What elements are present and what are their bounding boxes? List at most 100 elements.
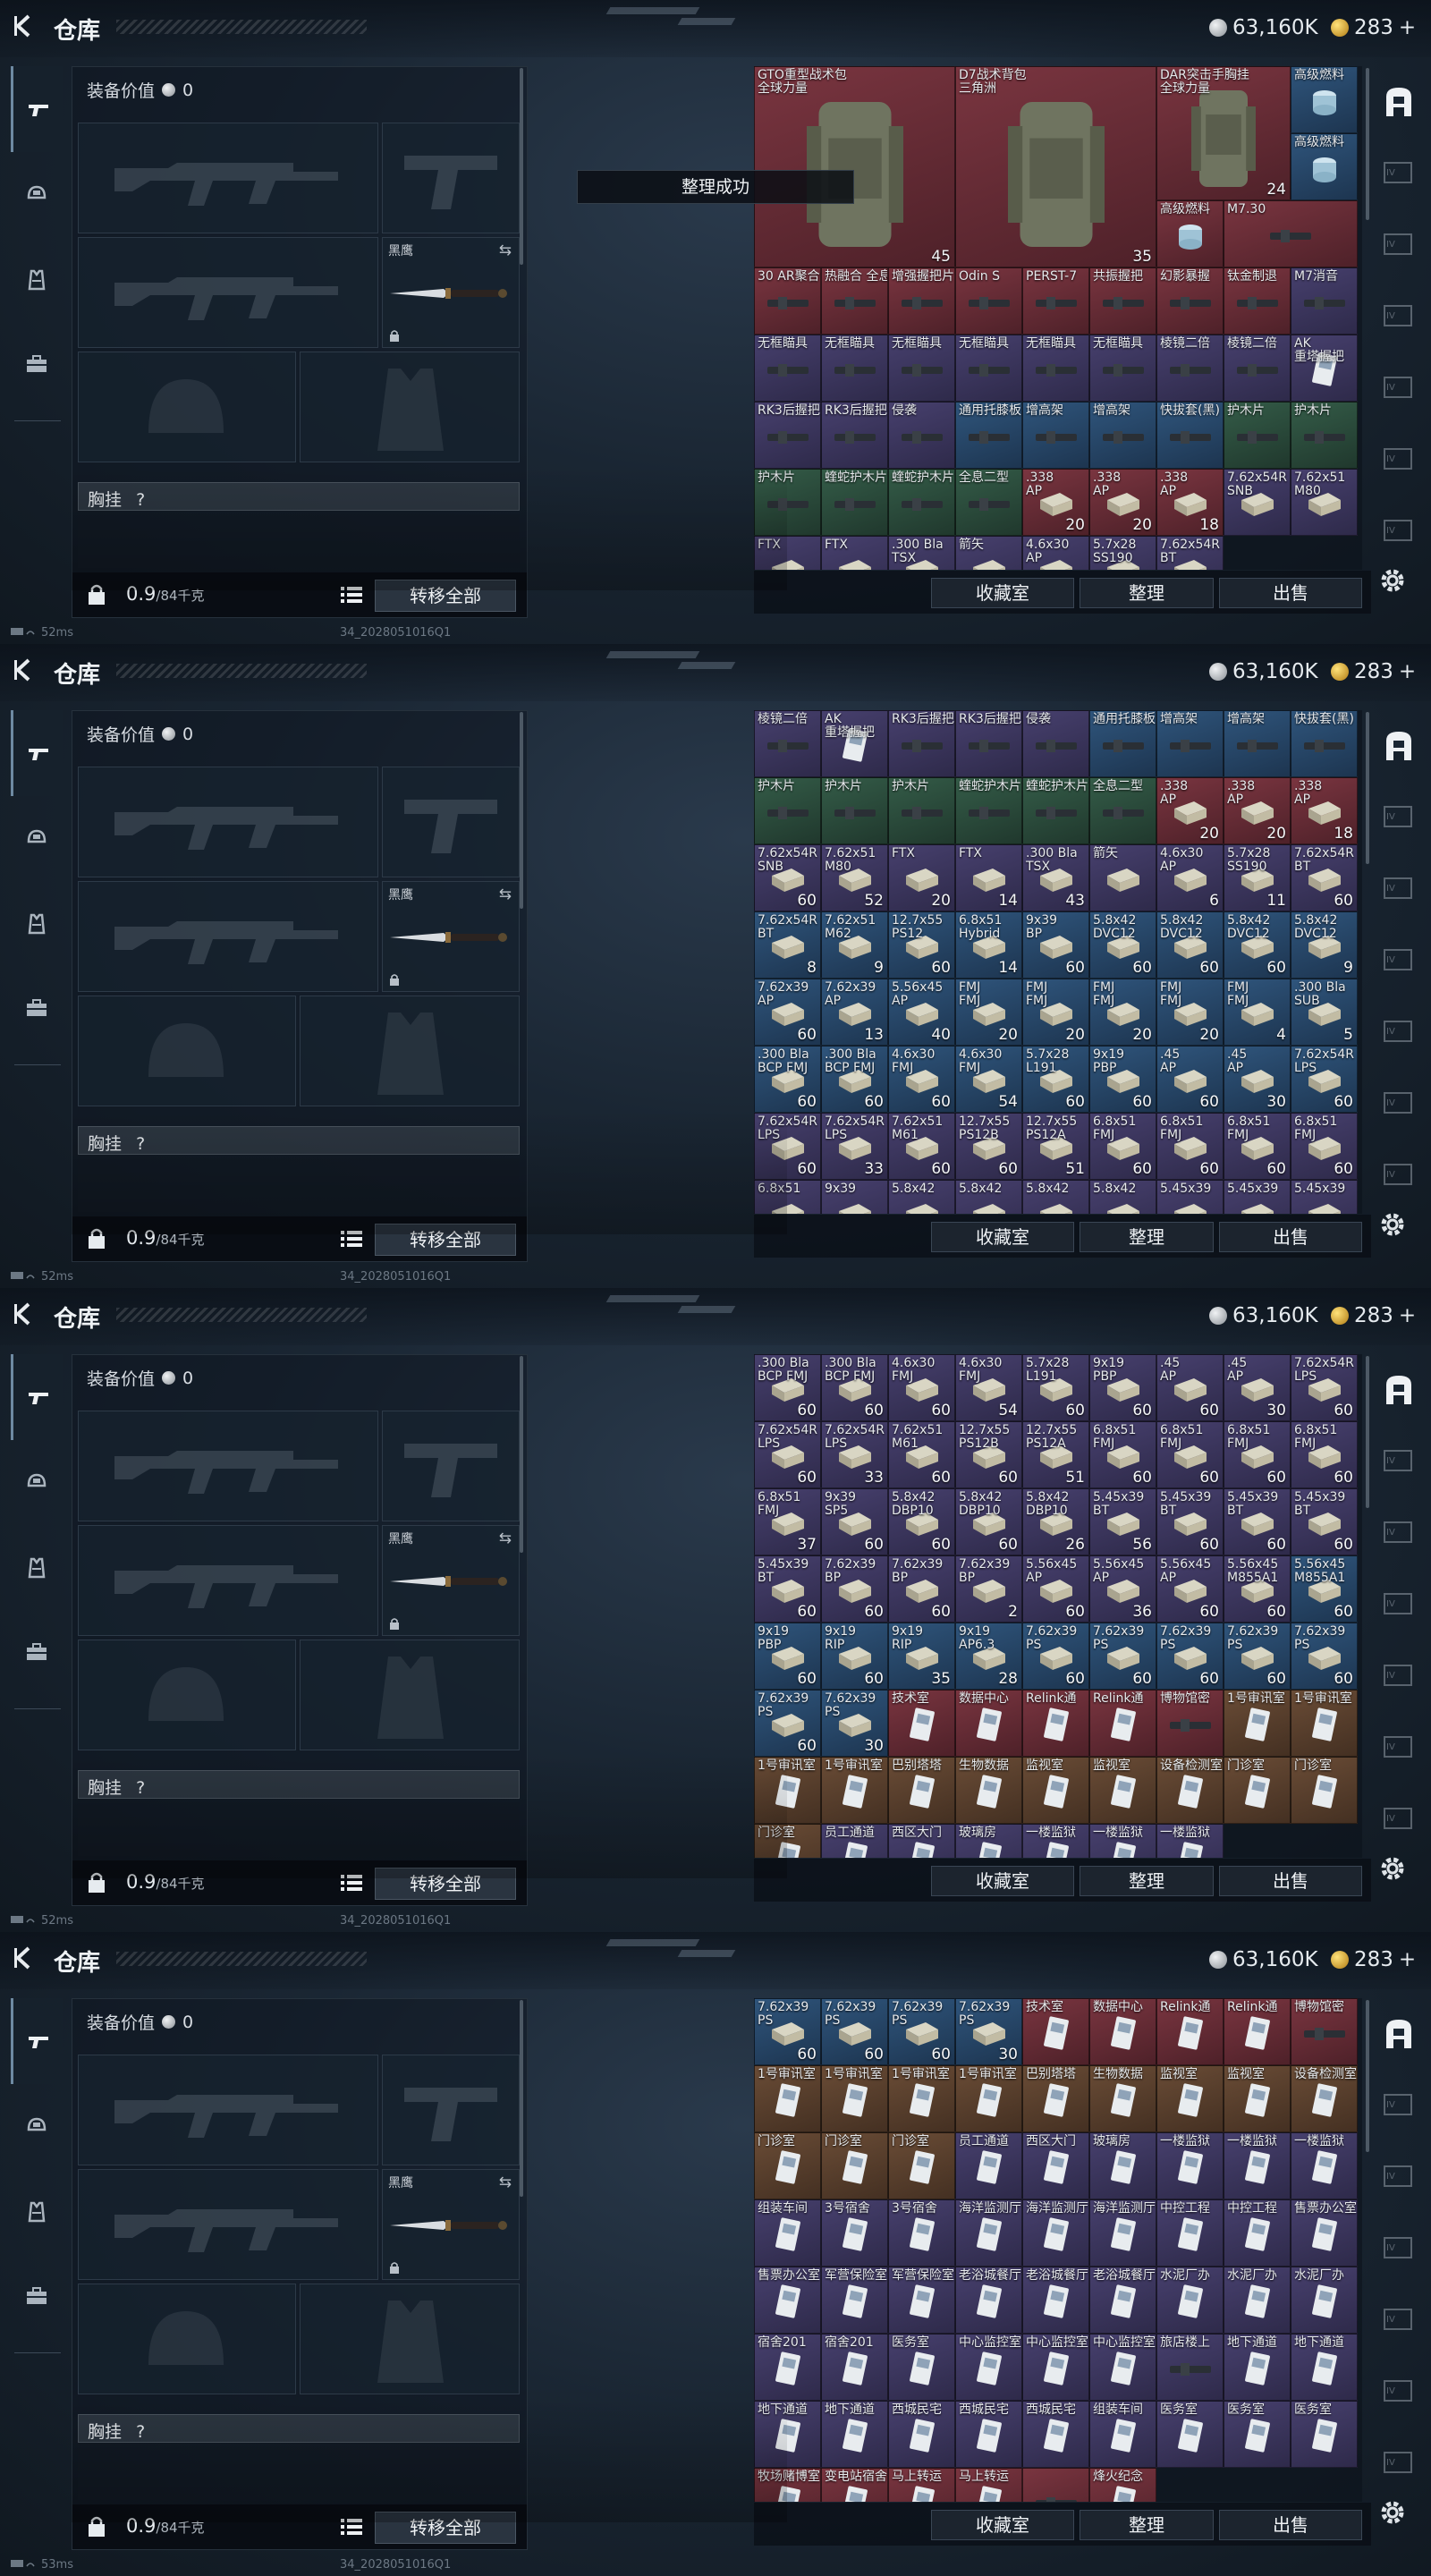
item-cell[interactable]: 医务室 xyxy=(1291,2401,1358,2468)
item-cell[interactable]: 地下通道 xyxy=(1291,2334,1358,2401)
item-cell[interactable]: 1号审讯室 xyxy=(754,1757,821,1824)
item-cell[interactable]: 设备检测室 xyxy=(1156,1757,1224,1824)
stash-tab-icon[interactable]: IV xyxy=(1381,2445,1417,2481)
item-cell[interactable]: 7.62x51 M61 60 xyxy=(888,1113,955,1180)
item-cell[interactable]: 6.8x51 FMJ 37 xyxy=(754,1488,821,1555)
item-cell[interactable]: 5.8x42 DBP10 60 xyxy=(888,1488,955,1555)
gold-add-icon[interactable]: + xyxy=(1399,660,1416,683)
item-cell[interactable]: 箭矢 xyxy=(1089,844,1156,911)
list-icon[interactable] xyxy=(341,1873,362,1893)
item-cell[interactable]: 5.56x45 AP 36 xyxy=(1089,1555,1156,1623)
item-cell[interactable]: 蝰蛇护木片 xyxy=(821,469,888,536)
item-cell[interactable]: Odin S xyxy=(955,267,1022,335)
item-cell[interactable]: 棱镜二倍 xyxy=(754,710,821,777)
stash-tab-icon[interactable]: IV xyxy=(1381,2159,1417,2195)
swap-arrows-icon[interactable]: ⇆ xyxy=(499,1530,512,1547)
item-cell[interactable]: FMJ FMJ 20 xyxy=(1022,979,1089,1046)
item-cell[interactable]: 12.7x55 PS12 60 xyxy=(888,911,955,979)
transfer-all-button[interactable]: 转移全部 xyxy=(375,580,516,612)
nav-weapons[interactable] xyxy=(11,1354,63,1440)
sell-button[interactable]: 出售 xyxy=(1219,1222,1362,1252)
item-cell[interactable]: 12.7x55 PS12B 60 xyxy=(955,1421,1022,1488)
item-cell[interactable]: 7.62x39 PS 30 xyxy=(955,1998,1022,2065)
swap-arrows-icon[interactable]: ⇆ xyxy=(499,2174,512,2191)
item-cell[interactable]: 水泥厂办 xyxy=(1224,2267,1291,2334)
item-cell[interactable]: .338 AP 20 xyxy=(1022,469,1089,536)
item-cell[interactable]: 7.62x54R BT 8 xyxy=(754,911,821,979)
loadout-scrollbar[interactable] xyxy=(520,68,523,265)
item-cell[interactable]: 组装车间 xyxy=(754,2199,821,2267)
item-cell[interactable]: 7.62x54R BT xyxy=(1156,536,1224,570)
nav-vest[interactable] xyxy=(11,1544,63,1592)
item-cell[interactable]: 4.6x30 FMJ 60 xyxy=(888,1354,955,1421)
stash-tab-icon[interactable]: IV xyxy=(1381,943,1417,979)
armor-slot[interactable] xyxy=(300,1640,520,1750)
item-cell[interactable]: 12.7x55 PS12A 51 xyxy=(1022,1421,1089,1488)
help-icon[interactable]: ? xyxy=(136,1778,145,1798)
item-cell[interactable]: 马上转运 xyxy=(888,2468,955,2502)
stash-tab-icon[interactable]: IV xyxy=(1381,1587,1417,1623)
item-cell[interactable]: 侵袭 xyxy=(1022,710,1089,777)
item-cell[interactable]: 监视室 xyxy=(1224,2065,1291,2132)
item-cell[interactable]: 生物数据 xyxy=(1089,2065,1156,2132)
stash-tab-icon[interactable]: IV xyxy=(1381,513,1417,549)
item-cell[interactable]: 中控工程 xyxy=(1224,2199,1291,2267)
item-cell[interactable]: 生物数据 xyxy=(955,1757,1022,1824)
item-cell[interactable]: 9x19 RIP 60 xyxy=(821,1623,888,1690)
item-cell[interactable]: 增高架 xyxy=(1224,710,1291,777)
stash-tab-icon[interactable]: IV xyxy=(1381,1157,1417,1193)
item-cell[interactable]: 3号宿舍 xyxy=(888,2199,955,2267)
item-cell[interactable]: 6.8x51 FMJ 60 xyxy=(1089,1421,1156,1488)
item-cell[interactable]: 中心监控室 xyxy=(955,2334,1022,2401)
item-cell[interactable]: 7.62x39 PS 60 xyxy=(1224,1623,1291,1690)
item-cell[interactable]: 6.8x51 FMJ 60 xyxy=(1224,1113,1291,1180)
transfer-all-button[interactable]: 转移全部 xyxy=(375,1224,516,1256)
item-cell[interactable]: 设备检测室 xyxy=(1291,2065,1358,2132)
item-cell[interactable]: FTX 14 xyxy=(955,844,1022,911)
item-cell[interactable]: 无框瞄具 xyxy=(821,335,888,402)
item-cell[interactable]: 通用托膝板 xyxy=(955,402,1022,469)
item-cell[interactable]: 12.7x55 PS12B 60 xyxy=(955,1113,1022,1180)
stash-tab-icon[interactable]: IV xyxy=(1381,2088,1417,2123)
item-cell[interactable]: 7.62x39 AP 13 xyxy=(821,979,888,1046)
pistol-slot[interactable] xyxy=(382,767,520,877)
item-cell[interactable]: 5.45x39 BT 60 xyxy=(1156,1488,1224,1555)
item-cell[interactable]: 地下通道 xyxy=(821,2401,888,2468)
item-cell[interactable]: Relink通 xyxy=(1224,1998,1291,2065)
helmet-slot[interactable] xyxy=(78,2284,296,2394)
item-cell[interactable]: 中心监控室 xyxy=(1089,2334,1156,2401)
item-cell[interactable]: 水泥厂办 xyxy=(1156,2267,1224,2334)
helmet-slot[interactable] xyxy=(78,996,296,1106)
item-cell[interactable]: 1号审讯室 xyxy=(955,2065,1022,2132)
item-cell[interactable]: .338 AP 20 xyxy=(1089,469,1156,536)
stash-tab-icon[interactable]: IV xyxy=(1381,2231,1417,2267)
stash-tab-icon[interactable]: IV xyxy=(1381,1014,1417,1050)
item-cell[interactable]: RK3后握把 xyxy=(955,710,1022,777)
item-cell[interactable]: 5.56x45 M855A1 60 xyxy=(1291,1555,1358,1623)
item-cell[interactable]: 7.62x39 PS 60 xyxy=(821,1998,888,2065)
item-cell[interactable]: 6.8x51 xyxy=(754,1180,821,1214)
item-cell[interactable]: FMJ FMJ 20 xyxy=(955,979,1022,1046)
item-cell[interactable]: 中心监控室 xyxy=(1022,2334,1089,2401)
item-cell[interactable]: .45 AP 60 xyxy=(1156,1354,1224,1421)
item-cell[interactable]: 7.62x39 PS 60 xyxy=(1089,1623,1156,1690)
primary-weapon-slot[interactable] xyxy=(78,123,378,233)
item-cell[interactable]: .300 Bla BCP FMJ 60 xyxy=(821,1046,888,1113)
item-cell[interactable]: 数据中心 xyxy=(1089,1998,1156,2065)
item-cell[interactable]: 无框瞄具 xyxy=(1089,335,1156,402)
item-cell[interactable]: 7.62x39 BP 60 xyxy=(888,1555,955,1623)
gear-icon[interactable] xyxy=(1377,565,1408,596)
item-cell[interactable]: 7.62x54R SNB xyxy=(1224,469,1291,536)
item-cell[interactable]: 5.8x42 DBP10 26 xyxy=(1022,1488,1089,1555)
primary-weapon-slot[interactable] xyxy=(78,1411,378,1521)
item-cell[interactable]: 老浴城餐厅 xyxy=(1022,2267,1089,2334)
item-cell[interactable]: 售票办公室 xyxy=(1291,2199,1358,2267)
item-cell[interactable]: 监视室 xyxy=(1089,1757,1156,1824)
safe-icon[interactable] xyxy=(1381,2016,1417,2052)
item-cell[interactable]: 侵袭 xyxy=(888,402,955,469)
item-cell[interactable]: 钛金制退 xyxy=(1224,267,1291,335)
item-cell[interactable]: 6.8x51 FMJ 60 xyxy=(1156,1421,1224,1488)
item-cell[interactable]: 巴别塔塔 xyxy=(888,1757,955,1824)
gear-icon[interactable] xyxy=(1377,1209,1408,1240)
helmet-slot[interactable] xyxy=(78,1640,296,1750)
